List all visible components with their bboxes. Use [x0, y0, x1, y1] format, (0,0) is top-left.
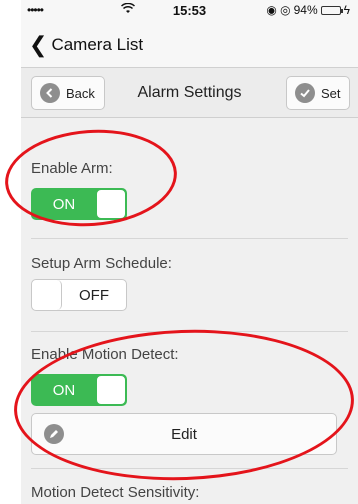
status-right: ◉ ◎ 94% ϟ [266, 3, 350, 17]
arm-schedule-toggle[interactable]: OFF [31, 279, 127, 311]
toggle-state-text: ON [52, 195, 76, 213]
left-margin [0, 0, 21, 504]
divider [31, 468, 348, 469]
set-button[interactable]: Set [286, 76, 350, 110]
battery-percent: 94% [293, 3, 318, 17]
chevron-left-icon[interactable]: ❮ [29, 33, 47, 56]
navigation-bar: ❮ Camera List [21, 22, 358, 68]
enable-arm-toggle[interactable]: ON [31, 188, 127, 220]
edit-motion-button[interactable]: Edit [31, 413, 337, 455]
edit-button-label: Edit [171, 426, 197, 443]
phone-screen: ••••• 15:53 ◉ ◎ 94% ϟ ❮ Camera List Back… [21, 0, 358, 504]
battery-icon [320, 5, 343, 15]
toolbar: Back Alarm Settings Set [21, 68, 358, 118]
toggle-state-text: ON [52, 381, 76, 399]
alarm-icon: ◉ ◎ [266, 3, 291, 17]
divider [31, 331, 348, 332]
nav-back-link[interactable]: Camera List [51, 35, 143, 55]
checkmark-icon [295, 83, 315, 103]
toggle-knob [96, 189, 126, 219]
status-bar: ••••• 15:53 ◉ ◎ 94% ϟ [21, 0, 358, 22]
divider [31, 238, 348, 239]
set-button-label: Set [321, 85, 341, 101]
toggle-knob [96, 375, 126, 405]
arm-schedule-label: Setup Arm Schedule: [31, 255, 172, 272]
toggle-state-text: OFF [79, 286, 109, 304]
motion-detect-label: Enable Motion Detect: [31, 346, 179, 363]
enable-arm-label: Enable Arm: [31, 160, 113, 177]
sensitivity-label: Motion Detect Sensitivity: [31, 484, 200, 501]
charging-icon: ϟ [343, 3, 350, 17]
motion-detect-toggle[interactable]: ON [31, 374, 127, 406]
toggle-knob [32, 280, 62, 310]
